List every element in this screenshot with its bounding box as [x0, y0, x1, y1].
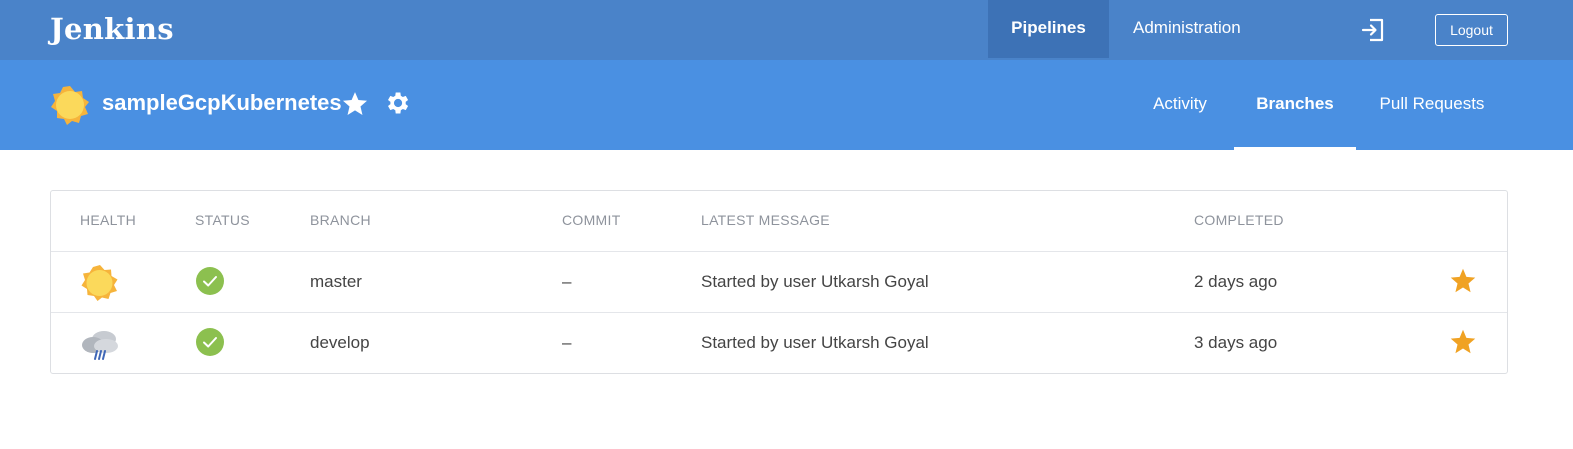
commit-id: – — [562, 333, 572, 352]
gear-icon[interactable] — [383, 89, 411, 117]
completed-time: 2 days ago — [1194, 272, 1278, 291]
nav-pipelines[interactable]: Pipelines — [988, 0, 1109, 58]
nav-administration[interactable]: Administration — [1109, 0, 1241, 58]
branches-table: HEALTH STATUS BRANCH COMMIT LATEST MESSA… — [50, 190, 1508, 374]
success-check-icon — [196, 328, 224, 356]
header-branch: BRANCH — [310, 212, 371, 228]
rainy-cloud-icon — [82, 331, 118, 360]
table-header: HEALTH STATUS BRANCH COMMIT LATEST MESSA… — [51, 191, 1507, 252]
star-icon[interactable] — [341, 90, 369, 118]
favorite-star-icon[interactable] — [1449, 267, 1477, 295]
branch-name[interactable]: develop — [310, 333, 370, 353]
table-row[interactable]: develop – Started by user Utkarsh Goyal … — [51, 313, 1507, 374]
header-status: STATUS — [195, 212, 250, 228]
jenkins-logo[interactable]: Jenkins — [50, 12, 174, 46]
branch-name[interactable]: master — [310, 272, 362, 292]
pipeline-tabs: Activity Branches Pull Requests — [1126, 60, 1508, 150]
tab-activity[interactable]: Activity — [1126, 60, 1234, 150]
header-latest-message: LATEST MESSAGE — [701, 212, 830, 228]
header-commit: COMMIT — [562, 212, 621, 228]
header-health: HEALTH — [80, 212, 136, 228]
logout-button[interactable]: Logout — [1435, 14, 1508, 46]
sunny-icon — [81, 265, 118, 301]
sunny-icon — [51, 86, 89, 125]
sign-in-icon[interactable] — [1360, 17, 1386, 43]
pipeline-header: sampleGcpKubernetes Activity Branches Pu… — [0, 60, 1573, 150]
tab-branches[interactable]: Branches — [1234, 60, 1356, 150]
header-completed: COMPLETED — [1194, 212, 1284, 228]
top-navbar: Jenkins Pipelines Administration Logout — [0, 0, 1573, 60]
latest-message: Started by user Utkarsh Goyal — [701, 272, 929, 291]
top-nav: Pipelines Administration — [988, 0, 1241, 58]
table-row[interactable]: master – Started by user Utkarsh Goyal 2… — [51, 252, 1507, 313]
tab-pull-requests[interactable]: Pull Requests — [1356, 60, 1508, 150]
favorite-star-icon[interactable] — [1449, 328, 1477, 356]
latest-message: Started by user Utkarsh Goyal — [701, 333, 929, 352]
commit-id: – — [562, 272, 572, 291]
completed-time: 3 days ago — [1194, 333, 1278, 352]
success-check-icon — [196, 267, 224, 295]
pipeline-title: sampleGcpKubernetes — [102, 90, 342, 115]
